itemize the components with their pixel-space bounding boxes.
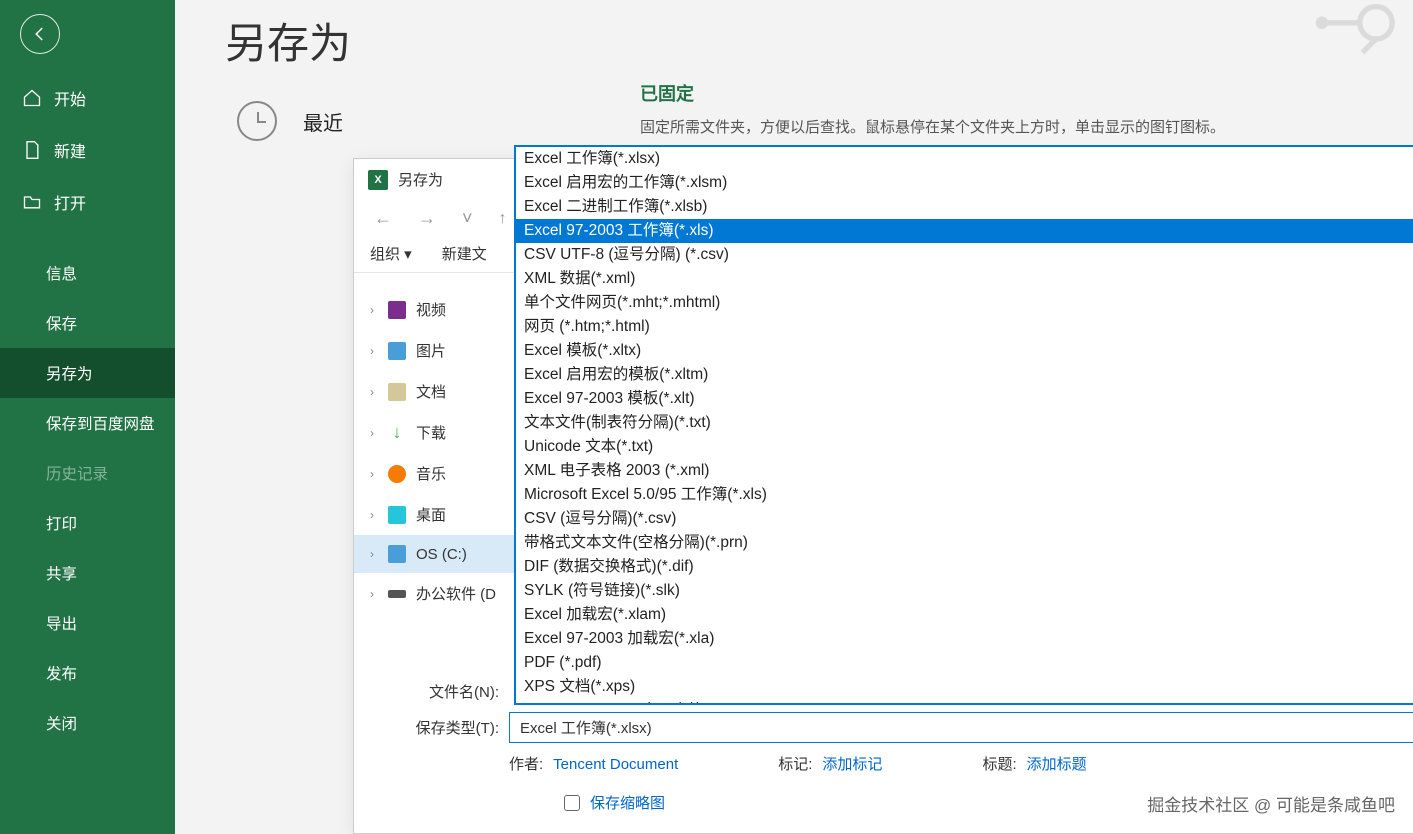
new-folder-button[interactable]: 新建文 bbox=[442, 243, 487, 264]
filetype-option[interactable]: Excel 97-2003 加载宏(*.xla) bbox=[516, 627, 1413, 651]
tree-item-4[interactable]: ›音乐 bbox=[354, 453, 514, 494]
tags-value[interactable]: 添加标记 bbox=[822, 756, 882, 773]
filetype-option[interactable]: Excel 启用宏的工作簿(*.xlsm) bbox=[516, 171, 1413, 195]
organize-button[interactable]: 组织 ▾ bbox=[370, 243, 412, 264]
main-area: 另存为 最近 已固定 固定所需文件夹，方便以后查找。鼠标悬停在某个文件夹上方时，… bbox=[175, 0, 1413, 834]
sidebar-item-home[interactable]: 开始 bbox=[0, 72, 175, 124]
filetype-option[interactable]: Excel 工作簿(*.xlsx) bbox=[516, 147, 1413, 171]
filetype-option[interactable]: PDF (*.pdf) bbox=[516, 651, 1413, 675]
nav-back-icon[interactable]: ← bbox=[368, 206, 398, 231]
backstage-sidebar: 开始 新建 打开 信息保存另存为保存到百度网盘历史记录打印共享导出发布关闭 bbox=[0, 0, 175, 834]
sidebar-sub-5[interactable]: 打印 bbox=[0, 498, 175, 548]
filetype-option[interactable]: Excel 加载宏(*.xlam) bbox=[516, 603, 1413, 627]
sidebar-item-new[interactable]: 新建 bbox=[0, 124, 175, 176]
sidebar-item-label: 开始 bbox=[54, 86, 86, 110]
filetype-option[interactable]: DIF (数据交换格式)(*.dif) bbox=[516, 555, 1413, 579]
tree-item-3[interactable]: ›↓下载 bbox=[354, 412, 514, 453]
tree-item-2[interactable]: ›文档 bbox=[354, 371, 514, 412]
sidebar-sub-2[interactable]: 另存为 bbox=[0, 348, 175, 398]
nav-forward-icon[interactable]: → bbox=[412, 206, 442, 231]
watermark-text: 掘金技术社区 @ 可能是条咸鱼吧 bbox=[1147, 791, 1395, 816]
filetype-option[interactable]: Microsoft Excel 5.0/95 工作簿(*.xls) bbox=[516, 483, 1413, 507]
pinned-title: 已固定 bbox=[640, 80, 1225, 106]
tree-item-7[interactable]: ›办公软件 (D bbox=[354, 573, 514, 614]
pinned-section: 已固定 固定所需文件夹，方便以后查找。鼠标悬停在某个文件夹上方时，单击显示的图钉… bbox=[640, 80, 1225, 137]
sidebar-sub-4: 历史记录 bbox=[0, 448, 175, 498]
filetype-option[interactable]: XML 数据(*.xml) bbox=[516, 267, 1413, 291]
watermark-icon bbox=[1313, 0, 1403, 65]
thumbnail-label[interactable]: 保存缩略图 bbox=[590, 792, 665, 813]
folder-tree: ›视频›图片›文档›↓下载›音乐›桌面›OS (C:)›办公软件 (D bbox=[354, 289, 514, 614]
filetype-option[interactable]: SYLK (符号链接)(*.slk) bbox=[516, 579, 1413, 603]
clock-icon bbox=[237, 101, 277, 141]
filetype-option[interactable]: Excel 二进制工作簿(*.xlsb) bbox=[516, 195, 1413, 219]
tree-item-1[interactable]: ›图片 bbox=[354, 330, 514, 371]
filetype-option[interactable]: XML 电子表格 2003 (*.xml) bbox=[516, 459, 1413, 483]
save-type-dropdown[interactable]: Excel 工作簿(*.xlsx)Excel 启用宏的工作簿(*.xlsm)Ex… bbox=[514, 145, 1413, 705]
filetype-option[interactable]: Excel 97-2003 工作簿(*.xls) bbox=[516, 219, 1413, 243]
filename-label: 文件名(N): bbox=[374, 681, 509, 702]
filetype-option[interactable]: Excel 97-2003 模板(*.xlt) bbox=[516, 387, 1413, 411]
home-icon bbox=[22, 88, 42, 108]
nav-dropdown-icon[interactable]: ˅ bbox=[456, 206, 479, 231]
recent-label: 最近 bbox=[303, 107, 343, 136]
filetype-option[interactable]: XPS 文档(*.xps) bbox=[516, 675, 1413, 699]
thumbnail-checkbox[interactable] bbox=[564, 795, 580, 811]
title-meta-value[interactable]: 添加标题 bbox=[1027, 756, 1087, 773]
tree-item-6[interactable]: ›OS (C:) bbox=[354, 535, 514, 573]
sidebar-sub-3[interactable]: 保存到百度网盘 bbox=[0, 398, 175, 448]
sidebar-sub-7[interactable]: 导出 bbox=[0, 598, 175, 648]
savetype-combobox[interactable]: Excel 工作簿(*.xlsx) ⌄ bbox=[509, 712, 1413, 743]
page-title: 另存为 bbox=[175, 0, 1413, 71]
sidebar-sub-9[interactable]: 关闭 bbox=[0, 698, 175, 748]
tree-item-5[interactable]: ›桌面 bbox=[354, 494, 514, 535]
pinned-description: 固定所需文件夹，方便以后查找。鼠标悬停在某个文件夹上方时，单击显示的图钉图标。 bbox=[640, 116, 1225, 137]
tags-label: 标记: bbox=[778, 756, 812, 773]
filetype-option[interactable]: Excel 启用宏的模板(*.xltm) bbox=[516, 363, 1413, 387]
title-meta-label: 标题: bbox=[982, 756, 1016, 773]
filetype-option[interactable]: 带格式文本文件(空格分隔)(*.prn) bbox=[516, 531, 1413, 555]
save-as-dialog: X 另存为 ← → ˅ ↑ 组织 ▾ 新建文 ›视频›图片›文档›↓下载›音乐›… bbox=[353, 158, 1413, 834]
sidebar-item-label: 新建 bbox=[54, 138, 86, 162]
sidebar-item-label: 打开 bbox=[54, 190, 86, 214]
filetype-option[interactable]: Unicode 文本(*.txt) bbox=[516, 435, 1413, 459]
sidebar-sub-6[interactable]: 共享 bbox=[0, 548, 175, 598]
savetype-label: 保存类型(T): bbox=[374, 717, 509, 738]
author-value[interactable]: Tencent Document bbox=[553, 756, 678, 773]
filetype-option[interactable]: CSV (逗号分隔)(*.csv) bbox=[516, 507, 1413, 531]
sidebar-sub-1[interactable]: 保存 bbox=[0, 298, 175, 348]
back-button[interactable] bbox=[20, 14, 60, 54]
excel-icon: X bbox=[368, 170, 388, 190]
filetype-option[interactable]: Excel 模板(*.xltx) bbox=[516, 339, 1413, 363]
sidebar-sub-8[interactable]: 发布 bbox=[0, 648, 175, 698]
author-label: 作者: bbox=[509, 756, 543, 773]
sidebar-sub-0[interactable]: 信息 bbox=[0, 248, 175, 298]
filetype-option[interactable]: CSV UTF-8 (逗号分隔) (*.csv) bbox=[516, 243, 1413, 267]
tree-item-0[interactable]: ›视频 bbox=[354, 289, 514, 330]
sidebar-item-open[interactable]: 打开 bbox=[0, 176, 175, 228]
file-icon bbox=[22, 140, 42, 160]
filetype-option[interactable]: 单个文件网页(*.mht;*.mhtml) bbox=[516, 291, 1413, 315]
savetype-value: Excel 工作簿(*.xlsx) bbox=[520, 717, 652, 738]
arrow-left-icon bbox=[31, 25, 49, 43]
folder-open-icon bbox=[22, 192, 42, 212]
filetype-option[interactable]: Strict Open XML 电子表格(*.xlsx) bbox=[516, 699, 1413, 705]
dialog-title: 另存为 bbox=[398, 169, 443, 190]
filetype-option[interactable]: 网页 (*.htm;*.html) bbox=[516, 315, 1413, 339]
filetype-option[interactable]: 文本文件(制表符分隔)(*.txt) bbox=[516, 411, 1413, 435]
nav-up-icon[interactable]: ↑ bbox=[493, 208, 513, 230]
